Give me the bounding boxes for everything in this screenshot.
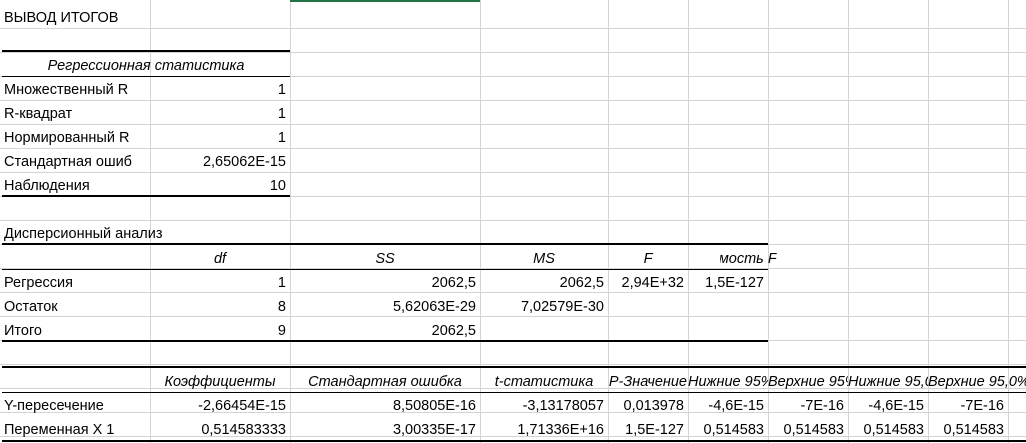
coef-cell-upper-95-0[interactable]: -7E-16	[928, 392, 1008, 416]
anova-cell-ss[interactable]: 5,62063E-29	[290, 293, 480, 317]
stats-value[interactable]: 10	[150, 172, 290, 196]
anova-cell-ms[interactable]: 7,02579E-30	[480, 293, 608, 317]
row-gridline	[0, 364, 1026, 365]
anova-bottom-border	[2, 340, 768, 342]
anova-row-label[interactable]: Остаток	[0, 293, 150, 317]
stats-label[interactable]: Наблюдения	[0, 172, 150, 196]
anova-cell-df[interactable]: 9	[150, 317, 290, 341]
coef-cell-std-error[interactable]: 3,00335E-17	[290, 416, 480, 440]
stats-bottom-border	[2, 195, 290, 197]
coef-header-coefficients[interactable]: Коэффициенты	[150, 368, 290, 392]
selected-cell-indicator	[290, 0, 480, 2]
spreadsheet: ВЫВОД ИТОГОВ Регрессионная статистика Мн…	[0, 0, 1026, 443]
coef-header-t-stat[interactable]: t-статистика	[480, 368, 608, 392]
anova-cell-f[interactable]: 2,94E+32	[608, 269, 688, 293]
anova-header-ms[interactable]: MS	[480, 245, 608, 269]
stats-label[interactable]: R-квадрат	[0, 100, 150, 124]
stats-label[interactable]: Множественный R	[0, 76, 150, 100]
row-gridline	[0, 28, 1026, 29]
anova-row-label[interactable]: Итого	[0, 317, 150, 341]
coef-header-p-value[interactable]: P-Значение	[608, 368, 688, 392]
coef-cell-lower-95-0[interactable]: 0,514583	[848, 416, 928, 440]
coef-row-label[interactable]: Y-пересечение	[0, 392, 150, 416]
coef-cell-p-value[interactable]: 0,013978	[608, 392, 688, 416]
coef-header-std-error[interactable]: Стандартная ошибка	[290, 368, 480, 392]
anova-header-df[interactable]: df	[150, 245, 290, 269]
coef-cell-t-stat[interactable]: 1,71336E+16	[480, 416, 608, 440]
coef-row-label[interactable]: Переменная X 1	[0, 416, 150, 440]
stats-label[interactable]: Нормированный R	[0, 124, 150, 148]
anova-cell-ms[interactable]: 2062,5	[480, 269, 608, 293]
coef-cell-p-value[interactable]: 1,5E-127	[608, 416, 688, 440]
anova-cell-ss[interactable]: 2062,5	[290, 269, 480, 293]
coef-header-lower-95[interactable]: Нижние 95%	[688, 368, 768, 392]
output-title[interactable]: ВЫВОД ИТОГОВ	[0, 4, 290, 28]
anova-cell-f[interactable]	[608, 293, 688, 317]
stats-value[interactable]: 2,65062E-15	[150, 148, 290, 172]
stats-value[interactable]: 1	[150, 100, 290, 124]
anova-cell-df[interactable]: 8	[150, 293, 290, 317]
coef-header-lower-95-0[interactable]: Нижние 95,0%	[848, 368, 928, 392]
coef-cell-upper-95-0[interactable]: 0,514583	[928, 416, 1008, 440]
anova-cell-ss[interactable]: 2062,5	[290, 317, 480, 341]
coef-cell-t-stat[interactable]: -3,13178057	[480, 392, 608, 416]
stats-value[interactable]: 1	[150, 124, 290, 148]
coef-cell-lower-95[interactable]: 0,514583	[688, 416, 768, 440]
stats-value[interactable]: 1	[150, 76, 290, 100]
anova-cell-ms[interactable]	[480, 317, 608, 341]
anova-cell-df[interactable]: 1	[150, 269, 290, 293]
anova-cell-significance[interactable]: 1,5E-127	[688, 269, 768, 293]
coef-cell-upper-95[interactable]: 0,514583	[768, 416, 848, 440]
coef-cell-coefficient[interactable]: -2,66454E-15	[150, 392, 290, 416]
coef-cell-lower-95[interactable]: -4,6E-15	[688, 392, 768, 416]
anova-header-f[interactable]: F	[608, 245, 688, 269]
anova-cell-f[interactable]	[608, 317, 688, 341]
coef-cell-upper-95[interactable]: -7E-16	[768, 392, 848, 416]
anova-cell-significance[interactable]	[688, 317, 768, 341]
anova-header-ss[interactable]: SS	[290, 245, 480, 269]
coef-bottom-border	[2, 440, 1026, 442]
coef-header-upper-95-0[interactable]: Верхние 95,0%	[928, 368, 1026, 392]
coef-header-upper-95[interactable]: Верхние 95%	[768, 368, 848, 392]
anova-header-significance-f[interactable]: Значимость F	[688, 245, 776, 269]
coef-cell-std-error[interactable]: 8,50805E-16	[290, 392, 480, 416]
stats-header[interactable]: Регрессионная статистика	[2, 52, 290, 76]
stats-label[interactable]: Стандартная ошиб	[0, 148, 150, 172]
coef-cell-coefficient[interactable]: 0,514583333	[150, 416, 290, 440]
anova-title[interactable]: Дисперсионный анализ	[0, 220, 290, 244]
anova-cell-significance[interactable]	[688, 293, 768, 317]
anova-row-label[interactable]: Регрессия	[0, 269, 150, 293]
coef-cell-lower-95-0[interactable]: -4,6E-15	[848, 392, 928, 416]
